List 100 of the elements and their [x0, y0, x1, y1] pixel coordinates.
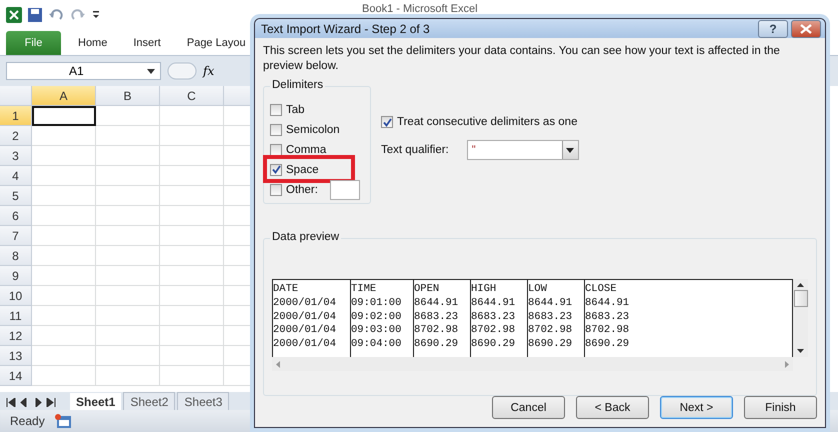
dialog-button[interactable]: Cancel [492, 396, 565, 419]
ribbon-tab[interactable]: Page Layou [186, 31, 246, 55]
grid-cell[interactable] [96, 226, 160, 246]
dialog-button[interactable]: Next > [660, 396, 733, 419]
grid-cell[interactable] [96, 346, 160, 366]
grid-cell[interactable] [32, 206, 96, 226]
grid-cell[interactable] [160, 226, 224, 246]
dropdown-icon[interactable] [147, 69, 155, 74]
sheet-tab[interactable]: Sheet3 [177, 392, 230, 410]
grid-cell[interactable] [96, 246, 160, 266]
customize-toolbar-icon[interactable] [92, 10, 100, 20]
checkbox[interactable] [270, 164, 282, 176]
grid-cell[interactable] [160, 106, 224, 126]
checkbox-label[interactable]: Tab [286, 104, 305, 116]
save-icon[interactable] [28, 8, 42, 22]
grid-cell[interactable] [32, 266, 96, 286]
grid-cell[interactable] [96, 166, 160, 186]
grid-cell[interactable] [96, 286, 160, 306]
checkbox[interactable] [270, 184, 282, 196]
row-header[interactable]: 11 [0, 306, 32, 326]
ribbon-tab[interactable]: Insert [133, 31, 161, 55]
grid-cell[interactable] [160, 186, 224, 206]
checkbox[interactable] [270, 144, 282, 156]
grid-cell[interactable] [32, 286, 96, 306]
grid-cell[interactable] [160, 286, 224, 306]
close-button[interactable] [791, 20, 821, 38]
grid-cell[interactable] [32, 146, 96, 166]
dialog-button[interactable]: Finish [744, 396, 817, 419]
column-header[interactable]: B [96, 86, 160, 106]
checkbox-label[interactable]: Other: [286, 184, 318, 196]
active-cell[interactable] [32, 106, 96, 126]
checkbox[interactable] [381, 116, 393, 128]
grid-cell[interactable] [160, 326, 224, 346]
macro-record-icon[interactable] [54, 414, 71, 428]
checkbox-label[interactable]: Semicolon [286, 124, 340, 136]
sheet-tab[interactable]: Sheet2 [123, 392, 176, 410]
grid-cell[interactable] [96, 186, 160, 206]
row-header[interactable]: 6 [0, 206, 32, 226]
dialog-button[interactable]: < Back [576, 396, 649, 419]
checkbox-label[interactable]: Space [286, 164, 319, 176]
grid-cell[interactable] [96, 206, 160, 226]
undo-icon[interactable] [48, 8, 64, 22]
grid-cell[interactable] [32, 166, 96, 186]
scroll-thumb[interactable] [794, 290, 808, 306]
scroll-down-icon[interactable] [797, 349, 804, 353]
row-header[interactable]: 13 [0, 346, 32, 366]
row-header[interactable]: 12 [0, 326, 32, 346]
grid-cell[interactable] [96, 326, 160, 346]
grid-cell[interactable] [32, 346, 96, 366]
grid-cell[interactable] [160, 366, 224, 386]
ribbon-tab[interactable]: Home [78, 31, 108, 55]
column-header[interactable]: A [32, 86, 96, 106]
grid-cell[interactable] [32, 306, 96, 326]
grid-cell[interactable] [96, 126, 160, 146]
row-header[interactable]: 7 [0, 226, 32, 246]
grid-cell[interactable] [32, 186, 96, 206]
grid-cell[interactable] [96, 146, 160, 166]
vertical-scrollbar[interactable] [793, 279, 808, 357]
sheet-navigation-icon[interactable] [6, 398, 58, 406]
row-header[interactable]: 1 [0, 106, 32, 126]
scroll-up-icon[interactable] [797, 283, 804, 287]
grid-cell[interactable] [32, 326, 96, 346]
grid-cell[interactable] [32, 366, 96, 386]
grid-cell[interactable] [96, 306, 160, 326]
column-header[interactable]: C [160, 86, 224, 106]
grid-cell[interactable] [32, 226, 96, 246]
checkbox-label[interactable]: Treat consecutive delimiters as one [397, 116, 578, 128]
grid-cell[interactable] [160, 126, 224, 146]
grid-cell[interactable] [96, 266, 160, 286]
grid-cell[interactable] [160, 266, 224, 286]
grid-cell[interactable] [160, 206, 224, 226]
scroll-right-icon[interactable] [785, 360, 789, 368]
grid-cell[interactable] [96, 106, 160, 126]
other-delimiter-field[interactable] [330, 180, 360, 200]
row-header[interactable]: 4 [0, 166, 32, 186]
row-header[interactable]: 10 [0, 286, 32, 306]
grid-cell[interactable] [160, 246, 224, 266]
grid-cell[interactable] [160, 146, 224, 166]
grid-cell[interactable] [96, 366, 160, 386]
grid-cell[interactable] [32, 126, 96, 146]
help-button[interactable]: ? [758, 20, 788, 38]
grid-cell[interactable] [160, 166, 224, 186]
row-header[interactable]: 8 [0, 246, 32, 266]
grid-cell[interactable] [160, 306, 224, 326]
checkbox-label[interactable]: Comma [286, 144, 326, 156]
select-all-corner[interactable] [0, 86, 32, 106]
checkbox[interactable] [270, 104, 282, 116]
row-header[interactable]: 2 [0, 126, 32, 146]
redo-icon[interactable] [70, 8, 86, 22]
checkbox[interactable] [270, 124, 282, 136]
grid-cell[interactable] [32, 246, 96, 266]
qualifier-select[interactable]: " [466, 140, 579, 160]
formula-expand-icon[interactable] [167, 62, 197, 80]
row-header[interactable]: 5 [0, 186, 32, 206]
horizontal-scrollbar[interactable] [272, 357, 793, 371]
name-box[interactable]: A1 [6, 62, 161, 80]
row-header[interactable]: 3 [0, 146, 32, 166]
grid-cell[interactable] [160, 346, 224, 366]
scroll-left-icon[interactable] [276, 360, 280, 368]
insert-function-button[interactable]: fx [203, 64, 214, 78]
